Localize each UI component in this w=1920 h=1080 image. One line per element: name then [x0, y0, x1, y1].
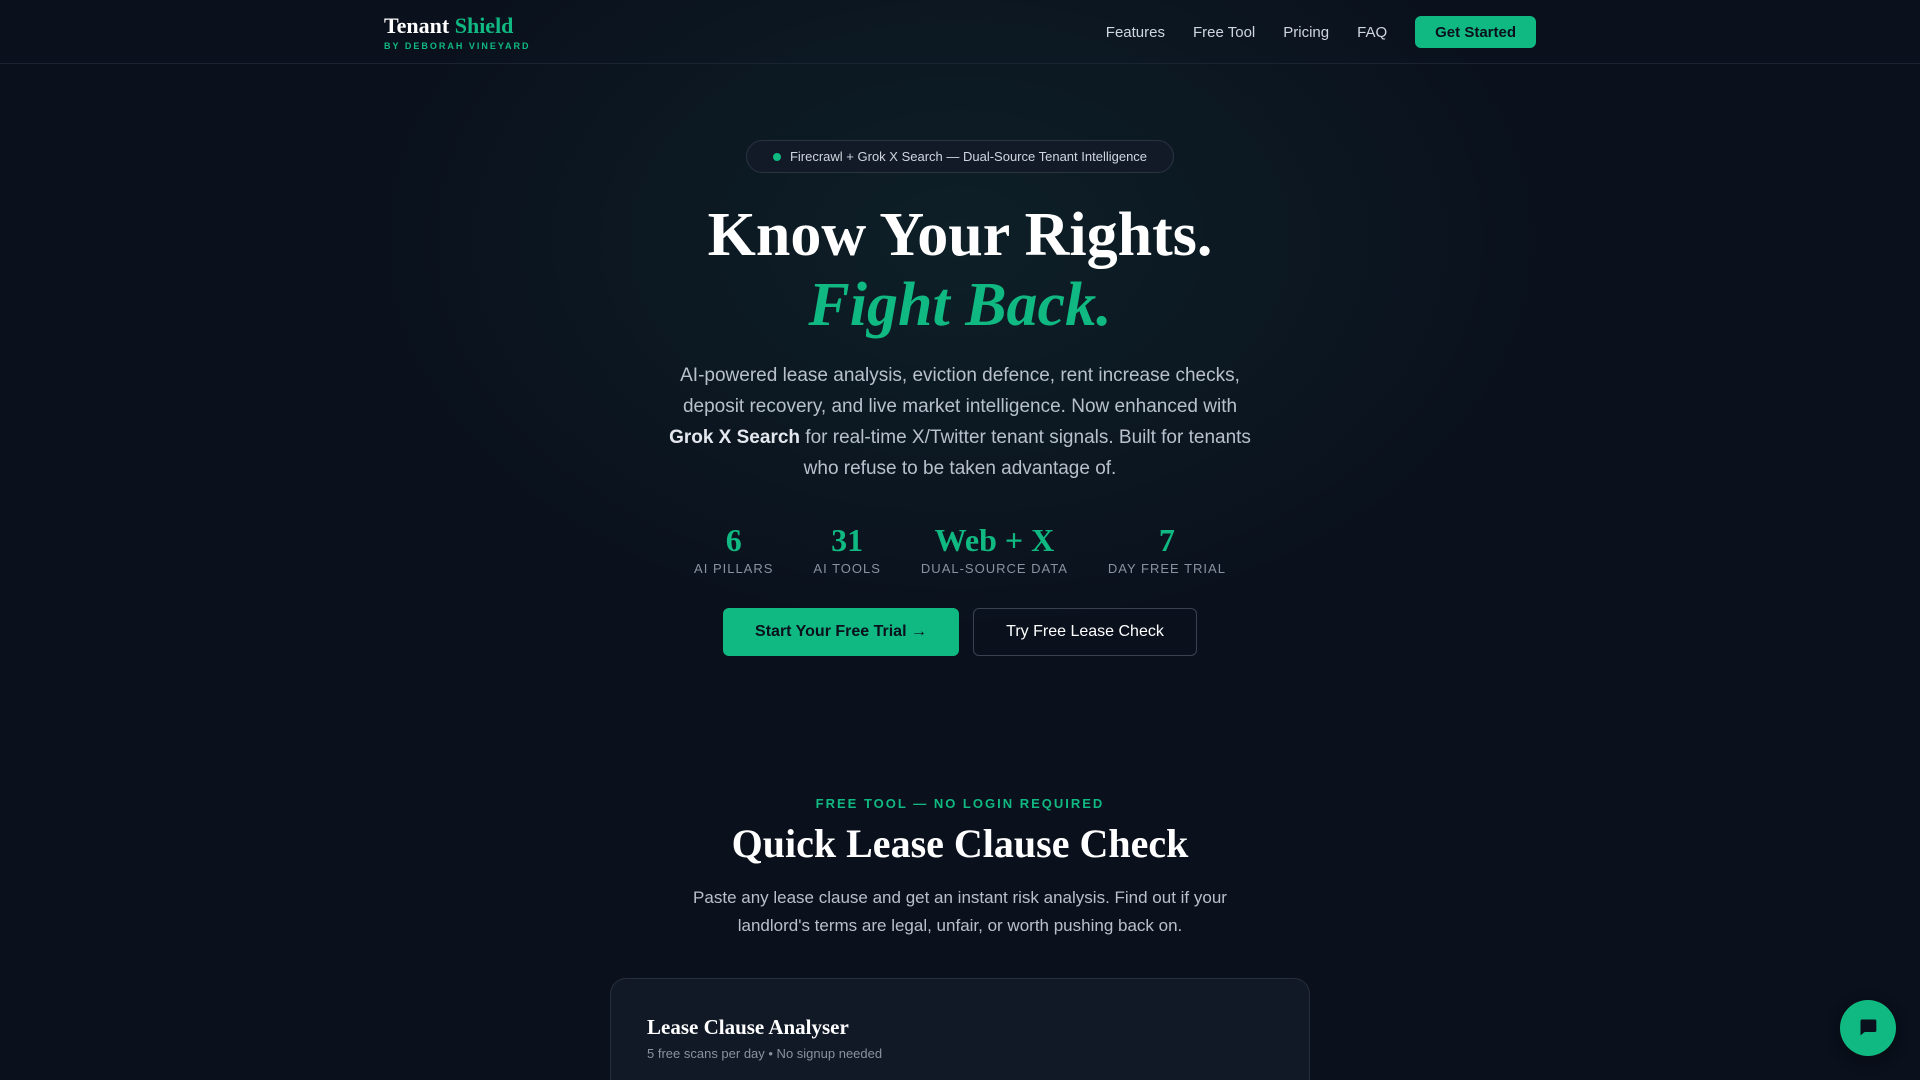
stat-value: 31 [831, 522, 864, 558]
hero-stats: 6 AI PILLARS 31 AI TOOLS Web + X DUAL-SO… [0, 520, 1920, 576]
stat-value: 6 [725, 522, 742, 558]
brand-logo[interactable]: Tenant Shield BY DEBORAH VINEYARD [384, 13, 531, 51]
nav-link-pricing[interactable]: Pricing [1283, 24, 1329, 41]
card-subtitle: 5 free scans per day • No signup needed [647, 1046, 883, 1061]
status-dot-icon [772, 152, 781, 161]
chat-bubble-icon [1858, 1017, 1878, 1040]
free-tool-title: Quick Lease Clause Check [731, 821, 1189, 866]
stat-dual-source: Web + X DUAL-SOURCE DATA [921, 520, 1068, 576]
start-free-trial-button[interactable]: Start Your Free Trial → [723, 608, 959, 656]
stat-ai-pillars: 6 AI PILLARS [694, 520, 773, 576]
stat-label: AI PILLARS [694, 561, 774, 576]
stat-value: Web + X [934, 522, 1055, 558]
stat-label: AI TOOLS [813, 561, 881, 576]
stat-ai-tools: 31 AI TOOLS [813, 520, 881, 576]
brand-title-part2: Shield [454, 13, 514, 38]
nav-link-free-tool[interactable]: Free Tool [1193, 24, 1255, 41]
brand-title: Tenant Shield [384, 13, 531, 39]
stat-label: DAY FREE TRIAL [1107, 561, 1226, 576]
lease-clause-analyser-card: Lease Clause Analyser 5 free scans per d… [610, 978, 1310, 1080]
hero-badge: Firecrawl + Grok X Search — Dual-Source … [746, 140, 1174, 173]
stat-value: 7 [1158, 522, 1175, 558]
brand-title-part1: Tenant [384, 13, 450, 38]
hero-desc-part1: AI-powered lease analysis, eviction defe… [680, 365, 1240, 417]
free-tool-eyebrow: FREE TOOL — NO LOGIN REQUIRED [815, 796, 1105, 811]
nav-link-faq[interactable]: FAQ [1357, 24, 1387, 41]
top-nav: Tenant Shield BY DEBORAH VINEYARD Featur… [0, 0, 1920, 64]
hero-desc-bold: Grok X Search [669, 427, 801, 448]
stat-free-trial: 7 DAY FREE TRIAL [1108, 520, 1226, 576]
nav-links: Features Free Tool Pricing FAQ Get Start… [1106, 16, 1536, 48]
stat-label: DUAL-SOURCE DATA [920, 561, 1068, 576]
try-free-lease-check-button[interactable]: Try Free Lease Check [973, 608, 1197, 656]
chat-launcher-button[interactable] [1840, 1000, 1896, 1056]
hero-badge-text: Firecrawl + Grok X Search — Dual-Source … [789, 149, 1148, 164]
get-started-button[interactable]: Get Started [1415, 16, 1536, 48]
hero-title-line1: Know Your Rights. [707, 201, 1213, 269]
card-title: Lease Clause Analyser [647, 1015, 849, 1039]
brand-subtitle: BY DEBORAH VINEYARD [384, 41, 531, 51]
hero-description: AI-powered lease analysis, eviction defe… [660, 360, 1260, 484]
free-tool-description: Paste any lease clause and get an instan… [693, 888, 1227, 935]
hero-desc-part2: for real-time X/Twitter tenant signals. … [800, 427, 1251, 479]
nav-link-features[interactable]: Features [1106, 24, 1165, 41]
hero-title-line2: Fight Back. [808, 271, 1112, 339]
